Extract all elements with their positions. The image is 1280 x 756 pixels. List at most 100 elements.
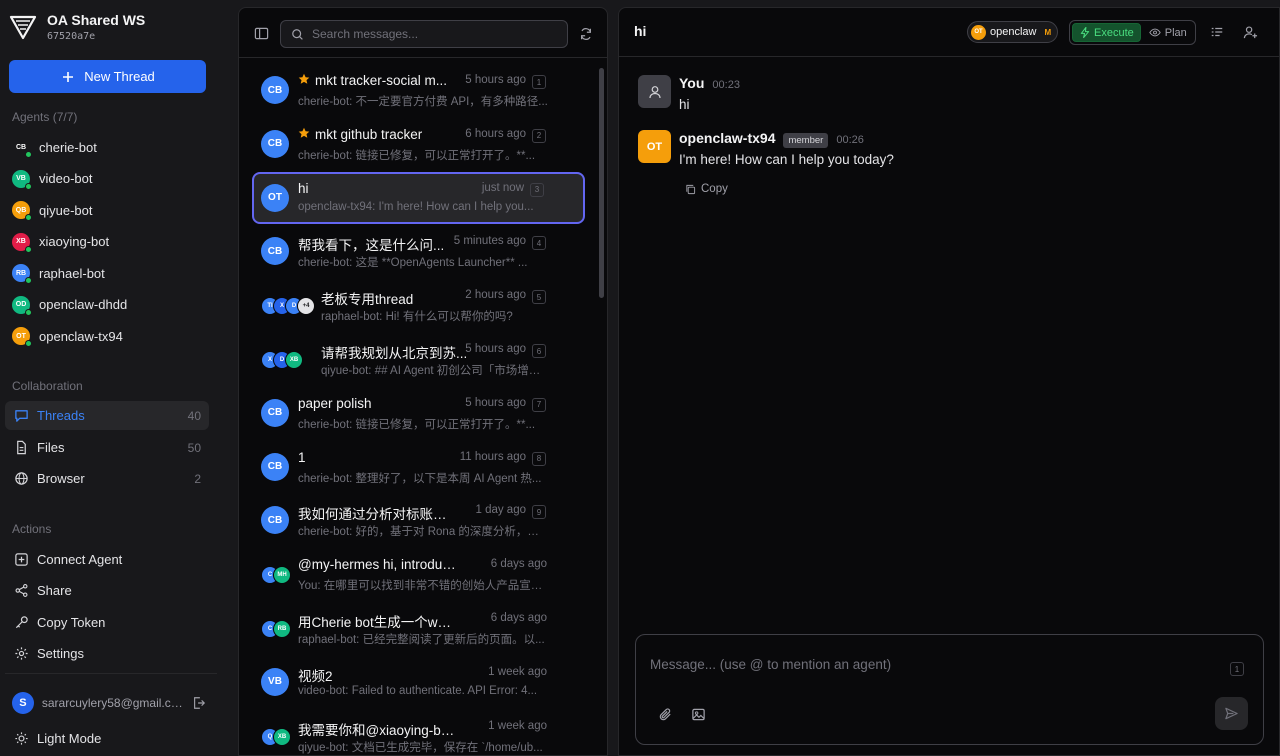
image-icon[interactable] — [690, 706, 706, 722]
paperclip-icon[interactable] — [657, 706, 673, 722]
agent-initials: RB — [15, 269, 27, 277]
settings-button[interactable]: Settings — [5, 639, 209, 668]
avatar: RB — [273, 620, 291, 638]
avatar: CB — [261, 452, 289, 481]
thread-title: paper polish — [298, 396, 372, 411]
thread-item[interactable]: CB mkt github tracker 6 hours ago 2 cherie-b… — [252, 118, 585, 170]
agent-item-xiaoying-bot[interactable]: XB xiaoying-bot — [12, 230, 109, 254]
thread-item[interactable]: C RB 用Cherie bot生成一个web p... 6 days ago raph… — [252, 602, 585, 654]
workspace-header[interactable]: OA Shared WS 67520a7e — [8, 10, 145, 44]
threads-panel: CB mkt tracker-social m... 5 hours ago 1 che… — [238, 7, 608, 756]
execute-mode-button[interactable]: Execute — [1072, 23, 1141, 42]
file-icon — [13, 440, 29, 456]
star-icon — [298, 73, 310, 88]
thread-item[interactable]: CB 1 11 hours ago 8 cherie-bot: 整理好了，以下是本周 A… — [252, 441, 585, 493]
thread-title: 请帮我规划从北京到苏... — [321, 342, 467, 362]
message-author: openclaw-tx94 — [679, 130, 776, 146]
globe-icon — [13, 471, 29, 487]
thread-item[interactable]: CMH @my-hermes hi, introduce y... 6 days a… — [252, 548, 585, 600]
message-text: I'm here! How can I help you today? — [679, 152, 894, 167]
agent-name: raphael-bot — [39, 265, 105, 281]
agent-item-cherie-bot[interactable]: CB cherie-bot — [12, 135, 97, 159]
plus-icon — [60, 69, 76, 85]
avatar: CB — [261, 506, 289, 535]
share-button[interactable]: Share — [5, 576, 209, 605]
nav-browser[interactable]: Browser 2 — [5, 464, 209, 493]
thread-title: 视频2 — [298, 665, 333, 685]
agent-initials: QB — [15, 206, 27, 214]
agent-pill-name: openclaw — [990, 26, 1037, 38]
connect-agent-label: Connect Agent — [37, 552, 123, 567]
agent-selector[interactable]: OT openclaw M — [967, 21, 1059, 43]
theme-toggle-button[interactable]: Light Mode — [5, 724, 209, 753]
copy-button[interactable]: Copy — [685, 183, 728, 195]
agent-initials: CB — [15, 143, 27, 151]
new-thread-button[interactable]: New Thread — [9, 60, 206, 93]
logout-icon[interactable] — [191, 695, 207, 711]
agent-initials: XB — [16, 238, 26, 245]
message-input[interactable] — [650, 657, 1210, 687]
send-button[interactable] — [1215, 697, 1248, 730]
thread-title: 老板专用thread — [321, 288, 413, 308]
thread-item[interactable]: TI X D +4 老板专用thread 2 hours ago 5 raphael-bot:… — [252, 279, 585, 331]
thread-item-selected[interactable]: OT hi just now 3 openclaw-tx94: I'm here! Ho… — [252, 171, 585, 224]
avatar: XB — [285, 351, 303, 369]
thread-item[interactable]: X D XB 请帮我规划从北京到苏... 5 hours ago 6 qiyue-bot: … — [252, 333, 585, 385]
copy-icon — [685, 184, 696, 195]
thread-item[interactable]: CB mkt tracker-social m... 5 hours ago 1 che… — [252, 64, 585, 116]
search-input[interactable] — [312, 27, 552, 41]
agent-item-openclaw-dhdd[interactable]: OD openclaw-dhdd — [12, 293, 127, 317]
thread-title-text: hi — [298, 180, 309, 196]
nav-files[interactable]: Files 50 — [5, 433, 209, 462]
thread-preview: cherie-bot: 不一定要官方付费 API，有多种路径... — [298, 96, 548, 108]
sidebar-toggle-icon[interactable] — [253, 25, 269, 41]
thread-item[interactable]: CB paper polish 5 hours ago 7 cherie-bot: 链接… — [252, 387, 585, 439]
avatar: CB — [12, 138, 32, 158]
thread-shortcut-badge: 2 — [532, 128, 546, 143]
avatar: S — [12, 692, 34, 714]
copy-token-button[interactable]: Copy Token — [5, 608, 209, 637]
plan-mode-label: Plan — [1164, 26, 1187, 39]
agent-pill-badge: M — [1044, 27, 1052, 37]
thread-shortcut-badge: 4 — [532, 236, 546, 251]
agent-item-qiyue-bot[interactable]: QB qiyue-bot — [12, 198, 92, 222]
thread-time: 6 hours ago — [465, 127, 526, 140]
connect-agent-button[interactable]: Connect Agent — [5, 545, 209, 574]
plan-mode-button[interactable]: Plan — [1143, 23, 1193, 42]
message-composer: 1 — [635, 634, 1264, 745]
user-email: sararcuylery58@gmail.com — [41, 696, 184, 710]
thread-title-text: 帮我看下，这是什么问... — [298, 238, 445, 254]
nav-browser-label: Browser — [37, 471, 85, 486]
refresh-icon[interactable] — [578, 26, 594, 42]
copy-label: Copy — [701, 183, 728, 195]
agent-item-raphael-bot[interactable]: RB raphael-bot — [12, 261, 105, 285]
nav-threads[interactable]: Threads 40 — [5, 401, 209, 430]
sidebar: OA Shared WS 67520a7e New Thread Agents … — [0, 0, 218, 756]
avatar: CB — [261, 237, 289, 266]
avatar: CB — [261, 129, 289, 158]
task-list-icon[interactable] — [1209, 24, 1225, 40]
thread-item[interactable]: VB 视频2 1 week ago video-bot: Failed to auth… — [252, 656, 585, 708]
thread-title-text: paper polish — [298, 395, 372, 411]
agent-item-video-bot[interactable]: VB video-bot — [12, 167, 92, 191]
agent-name: qiyue-bot — [39, 202, 93, 218]
threads-scrollbar[interactable] — [599, 68, 604, 298]
online-status-dot — [25, 151, 32, 158]
agent-name: cherie-bot — [39, 139, 97, 155]
agent-item-openclaw-tx94[interactable]: OT openclaw-tx94 — [12, 324, 123, 348]
avatar: OT — [12, 327, 32, 347]
gear-icon — [13, 646, 29, 662]
thread-preview: openclaw-tx94: I'm here! How can I help … — [298, 200, 534, 213]
user-icon — [648, 85, 661, 98]
thread-preview: qiyue-bot: 文档已生成完毕，保存在 `/home/ub... — [298, 741, 543, 754]
add-member-icon[interactable] — [1242, 24, 1258, 40]
thread-item[interactable]: QXB 我需要你和@xiaoying-bot 一... 1 week ago qiyu… — [252, 710, 585, 755]
avatar — [638, 75, 671, 108]
thread-preview: raphael-bot: Hi! 有什么可以帮你的吗? — [321, 311, 513, 324]
user-account[interactable]: S sararcuylery58@gmail.com — [12, 692, 207, 714]
thread-item[interactable]: CB 帮我看下，这是什么问... 5 minutes ago 4 cherie-bot:… — [252, 225, 585, 277]
avatar: VB — [12, 169, 32, 190]
thread-time: 5 hours ago — [465, 396, 526, 409]
thread-item[interactable]: CB 我如何通过分析对标账号的... 1 day ago 9 cherie-bot: 好… — [252, 494, 585, 546]
collaboration-section-title: Collaboration — [12, 379, 83, 393]
